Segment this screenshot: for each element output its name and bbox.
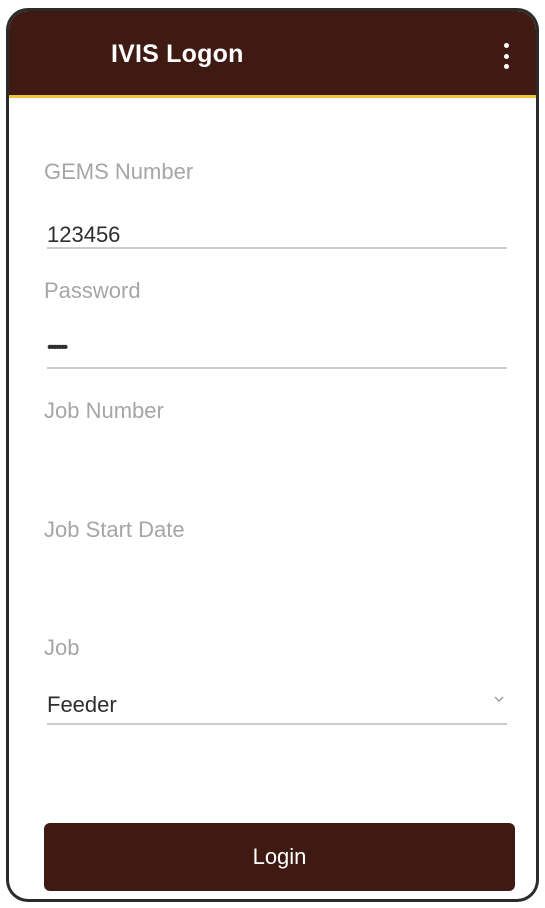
device-frame: IVIS Logon GEMS Number 123456 Password •… (6, 8, 539, 902)
more-vert-icon[interactable] (502, 43, 510, 69)
password-underline (47, 367, 507, 369)
job-start-date-label: Job Start Date (44, 517, 185, 542)
password-input[interactable]: ••••••• (47, 339, 68, 357)
gems-number-input[interactable]: 123456 (47, 222, 120, 248)
gems-number-label: GEMS Number (44, 159, 194, 184)
job-start-date-input[interactable] (47, 577, 507, 603)
job-label: Job (44, 635, 80, 660)
menu-dot (503, 53, 509, 59)
app-screen: IVIS Logon GEMS Number 123456 Password •… (9, 11, 536, 899)
chevron-down-icon[interactable] (493, 694, 505, 704)
menu-dot (503, 43, 509, 48)
password-label: Password (44, 278, 141, 303)
job-select[interactable]: Feeder (47, 692, 507, 718)
app-bar: IVIS Logon (9, 11, 536, 98)
menu-dot (503, 64, 509, 69)
job-number-input[interactable] (47, 458, 507, 484)
job-underline (47, 723, 507, 725)
gems-number-underline (47, 247, 507, 249)
app-title: IVIS Logon (111, 40, 244, 68)
job-number-label: Job Number (44, 398, 164, 423)
login-button[interactable]: Login (44, 823, 515, 891)
